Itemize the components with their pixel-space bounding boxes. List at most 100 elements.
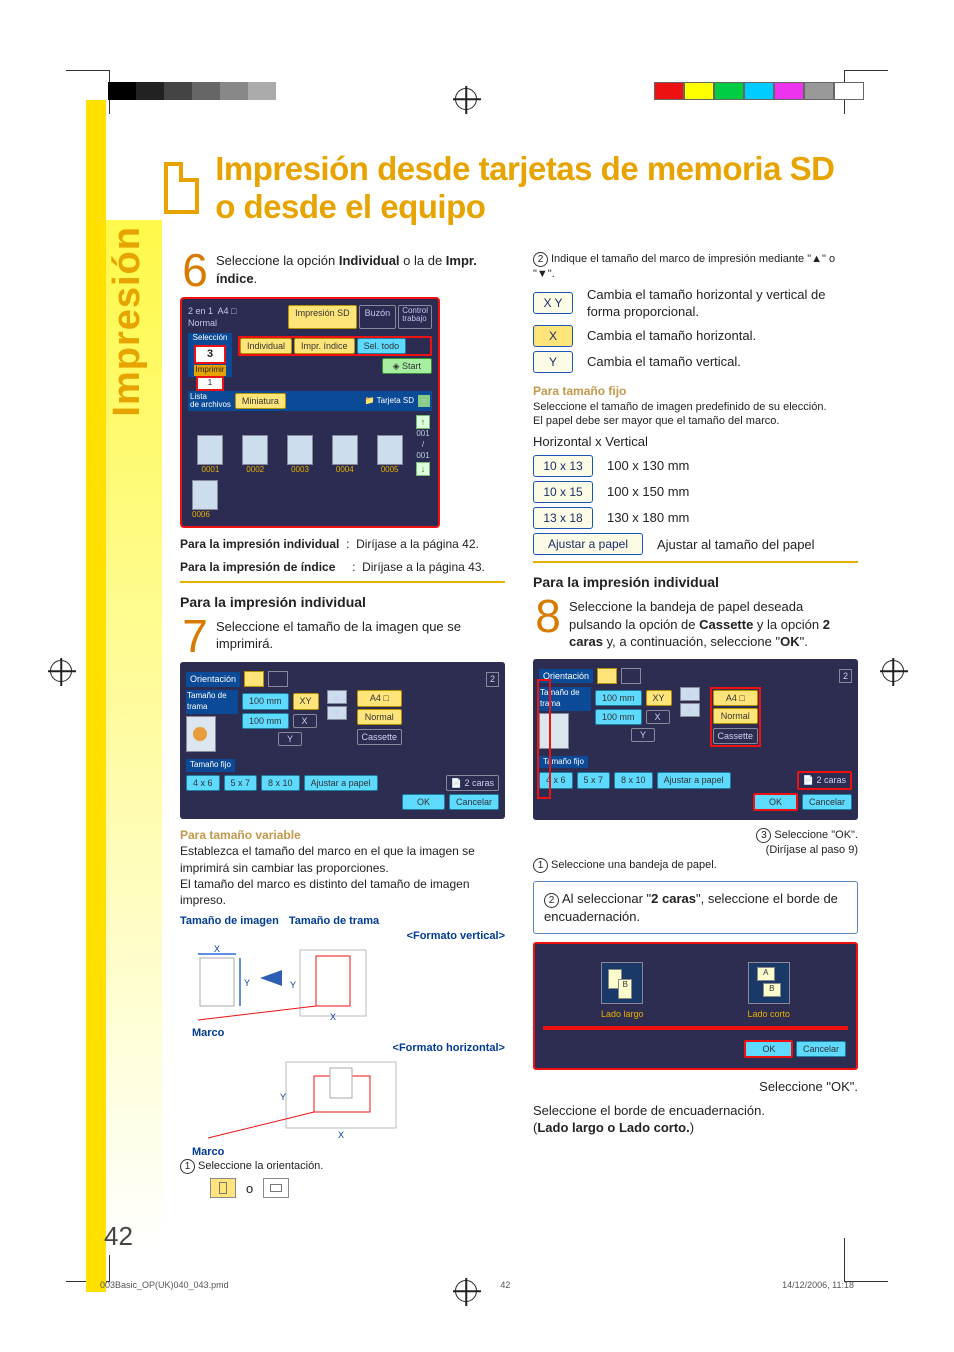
- document-icon: [164, 162, 199, 214]
- thumb-label: 0004: [324, 465, 365, 476]
- size-btn: 4 x 6: [186, 775, 220, 791]
- value: 100 mm: [595, 690, 642, 706]
- btn-lista-archivos: Lista de archivos: [190, 393, 231, 409]
- diagram-horizontal: Y X: [180, 1056, 440, 1140]
- btn-cancel: Cancelar: [449, 794, 499, 810]
- step-8-text: Seleccione la bandeja de papel deseada p…: [569, 598, 858, 651]
- text: Seleccione el borde de encuadernación.: [533, 1102, 858, 1120]
- text: 100 x 130 mm: [607, 457, 689, 475]
- label-marco: Marco: [192, 1026, 505, 1041]
- label: <Formato horizontal>: [180, 1041, 505, 1056]
- btn-lado-largo: Lado largo: [601, 1008, 644, 1020]
- btn-xy: XY: [646, 690, 672, 706]
- thumb-label: 0006: [192, 510, 428, 521]
- btn-start: Start: [402, 361, 421, 371]
- size-btn: Ajustar a papel: [657, 772, 731, 788]
- step-6-number: 6: [180, 252, 210, 289]
- btn-y: Y: [278, 732, 302, 746]
- callout-bandeja: 1Seleccione una bandeja de papel.: [533, 858, 858, 873]
- label: Orientación: [186, 672, 240, 686]
- label: Normal: [357, 709, 403, 725]
- btn-ok: OK: [402, 794, 445, 810]
- step-8-screenshot: Orientación 2 Tamaño de trama 100 mmXY 1…: [533, 659, 858, 820]
- cmyk-swatches: [654, 82, 864, 100]
- btn-individual: Individual: [240, 338, 292, 354]
- text: El papel debe ser mayor que el tamaño de…: [533, 414, 858, 429]
- registration-mark: [50, 660, 72, 682]
- page-number: 42: [104, 1221, 133, 1252]
- btn-ok: OK: [744, 1040, 793, 1058]
- frame-size-intro: 2Indique el tamaño del marco de impresió…: [533, 252, 858, 282]
- text: Individual: [339, 253, 400, 268]
- step-7-screenshot: Orientación 2 Tamaño de trama 100 mmXY: [180, 662, 505, 819]
- value: 100 mm: [242, 693, 289, 709]
- step-7-text: Seleccione el tamaño de la imagen que se…: [216, 618, 505, 653]
- text: Ajustar al tamaño del papel: [657, 536, 815, 554]
- step7-orientation: 1Seleccione la orientación.: [180, 1159, 505, 1174]
- callout-ok: 3Seleccione "OK".: [533, 828, 858, 843]
- btn-lado-corto: Lado corto: [747, 1008, 790, 1020]
- tab-impresion-sd: Impresión SD: [288, 305, 357, 329]
- count-1: 1: [196, 376, 224, 391]
- btn-cassette: Cassette: [357, 729, 403, 745]
- text: Seleccione la opción: [216, 253, 339, 268]
- size-btn: Ajustar a papel: [533, 533, 643, 555]
- callout-2caras: 2Al seleccionar "2 caras", seleccione el…: [533, 881, 858, 935]
- page-edge-stripe: [86, 100, 106, 1292]
- text: o: [246, 1180, 253, 1198]
- label-tarjeta-sd: Tarjeta SD: [377, 396, 414, 405]
- btn-x: X: [533, 325, 573, 347]
- btn-xy: X Y: [533, 292, 573, 314]
- count-3: 3: [194, 345, 226, 364]
- right-column: 2Indique el tamaño del marco de impresió…: [533, 252, 858, 1198]
- step-7-number: 7: [180, 618, 210, 655]
- left-column: 6 Seleccione la opción Individual o la d…: [180, 252, 505, 1198]
- ref-indice: Para la impresión de índice : Diríjase a…: [180, 559, 505, 575]
- btn-y: Y: [631, 728, 655, 742]
- page-footer: 003Basic_OP(UK)040_043.pmd 42 14/12/2006…: [100, 1280, 854, 1290]
- btn-cassette: Cassette: [713, 728, 759, 744]
- label: Tamaño de trama: [186, 690, 238, 714]
- text: Seleccione el tamaño de imagen predefini…: [533, 400, 858, 415]
- binding-screenshot: B Lado largo A B Lado corto OK: [533, 942, 858, 1070]
- btn-ok: OK: [753, 793, 798, 811]
- label: A4 □: [713, 690, 759, 706]
- rule: [180, 581, 505, 583]
- svg-text:X: X: [338, 1130, 344, 1140]
- step-6-screenshot: 2 en 1 A4 □ Normal Impresión SD Buzón Co…: [180, 297, 440, 529]
- thumb-label: 0005: [369, 465, 410, 476]
- label: 2: [839, 669, 852, 683]
- step-8-number: 8: [533, 598, 563, 635]
- btn-xy: XY: [293, 693, 319, 709]
- text: (Diríjase al paso 9): [533, 843, 858, 858]
- label: Tamaño de trama: [289, 914, 379, 929]
- rule: [533, 561, 858, 563]
- text: ((Lado largo o Lado corto.)Lado largo o …: [533, 1119, 858, 1137]
- subhead-individual-2: Para la impresión individual: [533, 573, 858, 592]
- size-btn: 5 x 7: [224, 775, 258, 791]
- btn-cancel: Cancelar: [802, 794, 852, 810]
- label: A4 □: [357, 690, 403, 706]
- text: Cambia el tamaño horizontal.: [587, 327, 756, 345]
- btn-miniatura: Miniatura: [235, 393, 286, 409]
- thumb-label: 0003: [280, 465, 321, 476]
- tab-control-trabajo: Control trabajo: [398, 305, 432, 329]
- page-counter: 001 / 001: [416, 429, 430, 461]
- text: Cambia el tamaño horizontal y vertical d…: [587, 286, 858, 321]
- subhead-variable: Para tamaño variable: [180, 827, 505, 843]
- btn-x: X: [293, 714, 317, 728]
- size-btn: 13 x 18: [533, 507, 593, 529]
- label: Tamaño fijo: [186, 759, 235, 772]
- label: Horizontal x Vertical: [533, 433, 858, 451]
- value: 100 mm: [595, 709, 642, 725]
- subhead-individual: Para la impresión individual: [180, 593, 505, 612]
- registration-mark: [882, 660, 904, 682]
- label: 2: [486, 672, 499, 686]
- svg-text:X: X: [330, 1012, 336, 1022]
- orientation-icons: o: [210, 1178, 505, 1198]
- size-btn: 5 x 7: [577, 772, 611, 788]
- svg-text:Y: Y: [280, 1092, 286, 1102]
- size-btn: 8 x 10: [614, 772, 653, 788]
- page-title: Impresión desde tarjetas de memoria SD o…: [215, 150, 858, 226]
- text: o la de: [400, 253, 446, 268]
